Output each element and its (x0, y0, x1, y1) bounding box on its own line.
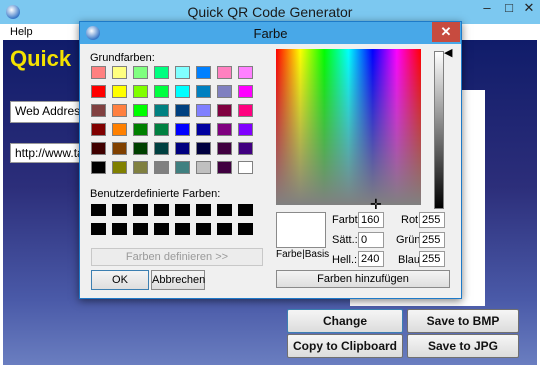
close-icon[interactable]: ✕ (518, 0, 540, 18)
luminance-arrow-icon[interactable]: ◀ (444, 46, 452, 59)
brightness-input[interactable]: 240 (358, 251, 384, 267)
color-spectrum[interactable] (276, 49, 421, 205)
custom-colors-label: Benutzerdefinierte Farben: (90, 188, 221, 200)
save-bmp-button[interactable]: Save to BMP (407, 309, 519, 333)
custom-color-swatch[interactable] (133, 204, 148, 216)
color-dialog: Farbe ✕ Grundfarben: Benutzerdefinierte … (79, 21, 462, 299)
basic-color-swatch[interactable] (154, 161, 169, 174)
luminance-slider[interactable] (434, 51, 444, 209)
basic-color-swatch[interactable] (91, 85, 106, 98)
basic-color-swatch[interactable] (238, 85, 253, 98)
custom-color-swatch[interactable] (196, 223, 211, 235)
saturation-input[interactable]: 0 (358, 232, 384, 248)
custom-color-swatch[interactable] (112, 223, 127, 235)
basic-color-swatch[interactable] (112, 66, 127, 79)
preview-label: Farbe|Basis (276, 249, 330, 260)
basic-color-swatch[interactable] (91, 66, 106, 79)
custom-color-swatch[interactable] (217, 204, 232, 216)
basic-color-swatch[interactable] (112, 161, 127, 174)
custom-color-swatch[interactable] (154, 223, 169, 235)
basic-color-swatch[interactable] (112, 123, 127, 136)
basic-color-swatch[interactable] (217, 66, 232, 79)
saturation-label: Sätt.: (332, 234, 358, 246)
basic-color-swatch[interactable] (112, 104, 127, 117)
basic-color-swatch[interactable] (238, 66, 253, 79)
basic-color-swatch[interactable] (133, 161, 148, 174)
custom-color-swatch[interactable] (238, 204, 253, 216)
basic-color-swatch[interactable] (196, 123, 211, 136)
basic-color-swatch[interactable] (154, 66, 169, 79)
basic-color-swatch[interactable] (175, 123, 190, 136)
basic-color-swatch[interactable] (133, 66, 148, 79)
minimize-icon[interactable]: – (476, 0, 498, 18)
custom-color-swatch[interactable] (91, 204, 106, 216)
basic-color-swatch[interactable] (112, 85, 127, 98)
basic-color-swatch[interactable] (175, 104, 190, 117)
basic-color-swatch[interactable] (217, 104, 232, 117)
basic-color-swatch[interactable] (196, 142, 211, 155)
basic-color-swatch[interactable] (217, 161, 232, 174)
basic-color-swatch[interactable] (133, 123, 148, 136)
basic-color-swatch[interactable] (91, 104, 106, 117)
copy-clipboard-button[interactable]: Copy to Clipboard (287, 334, 403, 358)
basic-color-swatch[interactable] (238, 123, 253, 136)
basic-color-swatch[interactable] (238, 104, 253, 117)
crosshair-icon[interactable]: ✛ (370, 196, 382, 213)
basic-color-swatch[interactable] (175, 85, 190, 98)
basic-color-swatch[interactable] (133, 104, 148, 117)
basic-color-swatch[interactable] (91, 123, 106, 136)
basic-color-swatch[interactable] (217, 142, 232, 155)
ok-button[interactable]: OK (91, 270, 149, 290)
add-custom-colors-button[interactable]: Farben hinzufügen (276, 270, 450, 288)
basic-color-swatch[interactable] (196, 66, 211, 79)
custom-color-swatch[interactable] (175, 204, 190, 216)
green-input[interactable]: 255 (419, 232, 445, 248)
custom-color-swatch[interactable] (112, 204, 127, 216)
basic-color-swatch[interactable] (154, 85, 169, 98)
basic-color-swatch[interactable] (91, 161, 106, 174)
custom-color-swatch[interactable] (217, 223, 232, 235)
basic-color-swatch[interactable] (133, 142, 148, 155)
custom-color-swatch[interactable] (196, 204, 211, 216)
blue-input[interactable]: 255 (419, 251, 445, 267)
window-title: Quick QR Code Generator (187, 4, 353, 20)
basic-color-swatch[interactable] (154, 142, 169, 155)
basic-color-swatch[interactable] (175, 66, 190, 79)
basic-colors-label: Grundfarben: (90, 52, 155, 64)
basic-color-swatch[interactable] (196, 85, 211, 98)
basic-color-swatch[interactable] (217, 123, 232, 136)
basic-color-swatch[interactable] (175, 161, 190, 174)
basic-color-swatch[interactable] (91, 142, 106, 155)
dialog-close-icon[interactable]: ✕ (432, 22, 460, 42)
menu-help[interactable]: Help (10, 26, 33, 38)
basic-color-swatch[interactable] (238, 142, 253, 155)
maximize-icon[interactable]: □ (498, 0, 520, 18)
custom-color-swatch[interactable] (91, 223, 106, 235)
change-background-button[interactable]: Change Background (287, 309, 403, 350)
custom-color-swatch[interactable] (175, 223, 190, 235)
color-preview (276, 212, 326, 248)
dialog-title: Farbe (253, 26, 288, 41)
custom-color-swatch[interactable] (154, 204, 169, 216)
brightness-label: Hell.: (332, 254, 358, 266)
basic-color-swatch[interactable] (238, 161, 253, 174)
save-jpg-button[interactable]: Save to JPG (407, 334, 519, 358)
basic-color-swatch[interactable] (196, 104, 211, 117)
basic-color-swatch[interactable] (112, 142, 127, 155)
basic-color-swatch[interactable] (217, 85, 232, 98)
hue-input[interactable]: 160 (358, 212, 384, 228)
app-heading: Quick (10, 46, 72, 71)
basic-color-swatch[interactable] (133, 85, 148, 98)
custom-color-swatch[interactable] (238, 223, 253, 235)
custom-color-swatch[interactable] (133, 223, 148, 235)
define-colors-button: Farben definieren >> (91, 248, 263, 266)
basic-color-swatch[interactable] (154, 123, 169, 136)
red-input[interactable]: 255 (419, 212, 445, 228)
basic-color-swatch[interactable] (196, 161, 211, 174)
basic-color-swatch[interactable] (154, 104, 169, 117)
basic-color-swatch[interactable] (175, 142, 190, 155)
cancel-button[interactable]: Abbrechen (151, 270, 205, 290)
